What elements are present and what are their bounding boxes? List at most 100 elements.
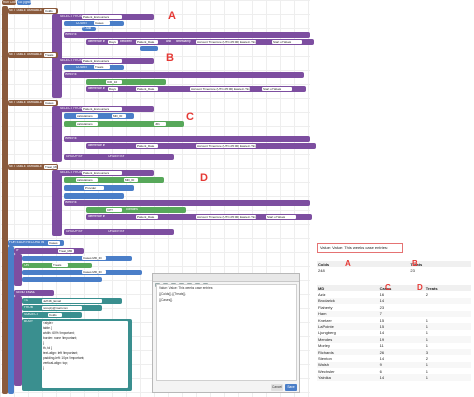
- set-table-block-a[interactable]: SET TABLE VARIABLE Colds: [8, 8, 58, 14]
- select-table-b[interactable]: Patient_Encounters: [82, 59, 122, 63]
- if-row-3[interactable]: Cases.MD_ID: [22, 270, 142, 275]
- difference-row-d[interactable]: difference in Patient_Date Account Timez…: [86, 214, 312, 220]
- count-row-a[interactable]: COUNT Cases: [64, 21, 124, 26]
- set-table-block-c[interactable]: SET TABLE VARIABLE Cases: [8, 100, 58, 106]
- summary-value-row: 248 23: [317, 267, 471, 273]
- body-editor[interactable]: <style> table { width: 60% !important; b…: [42, 321, 128, 388]
- table-var-a[interactable]: Colds: [44, 9, 56, 13]
- where-row-c[interactable]: WHERE: [64, 136, 310, 142]
- timezone-field-d[interactable]: Account Timezone (UTC-05:00) Eastern Tim…: [196, 215, 256, 219]
- from-row[interactable]: FROM noreply@mail.com: [22, 305, 102, 311]
- calculations-field-c1[interactable]: calculations: [76, 114, 98, 118]
- cancel-button[interactable]: Cancel: [271, 384, 283, 391]
- calculations-field-c2[interactable]: calculations: [76, 122, 98, 126]
- set-table-label-b: SET TABLE VARIABLE: [9, 53, 43, 56]
- calc-row-d1[interactable]: calculations MD_ID: [64, 177, 164, 183]
- summary-table: Colds Treats 248 23: [317, 261, 471, 274]
- cpt-field-d[interactable]: CPT: [106, 208, 122, 212]
- if-row-4[interactable]: [22, 277, 102, 282]
- provider-field-d2[interactable]: Provider: [84, 186, 104, 190]
- set-table-block-d[interactable]: SET TABLE VARIABLE Treat_MD: [8, 164, 58, 170]
- patient-date-field-a[interactable]: Patient_Date: [136, 40, 158, 44]
- select-from-label-c: SELECT FROM: [60, 107, 83, 110]
- select-from-d[interactable]: SELECT FROM Patient_Encounters: [58, 170, 154, 176]
- md-field-d1[interactable]: MD_ID: [124, 178, 138, 182]
- editor-body[interactable]: Value: Value: This weeks case entries: {…: [156, 284, 297, 381]
- select-from-c[interactable]: SELECT FROM Patient_Encounters: [58, 106, 154, 112]
- count-value-b[interactable]: Treats: [94, 65, 110, 69]
- select-table-a[interactable]: Patient_Encounters: [82, 15, 122, 19]
- start-week-field-b[interactable]: Start of Week: [262, 87, 292, 91]
- calculations-field-d1[interactable]: calculations: [76, 178, 98, 182]
- to-row[interactable]: TO Jeff.Mi_Email: [22, 298, 122, 304]
- for-each-block[interactable]: FOR EACH RECORD IN Cases: [8, 240, 64, 246]
- canvas: Run Code Go (Ignore) SET TABLE VARIABLE …: [0, 0, 474, 397]
- table-var-b[interactable]: Treats: [44, 53, 56, 57]
- where-row-a[interactable]: WHERE: [64, 32, 310, 38]
- timezone-field-b[interactable]: Account Timezone (UTC-05:00) Eastern Tim…: [190, 87, 250, 91]
- table-var-d[interactable]: Treat_MD: [44, 165, 57, 169]
- patient-date-field-c[interactable]: Patient_Date: [136, 144, 158, 148]
- timezone-field-a[interactable]: Account Timezone (UTC-05:00) Eastern Tim…: [196, 40, 256, 44]
- on-label: ON: [24, 264, 29, 267]
- md-field-c1[interactable]: MD_ID: [112, 114, 126, 118]
- go-tab[interactable]: Go (Ignore): [17, 0, 34, 5]
- difference-label-b: difference in: [88, 87, 106, 90]
- table-var-c[interactable]: Cases: [44, 101, 56, 105]
- difference-row-b[interactable]: difference in Days Patient_Date Account …: [86, 86, 306, 92]
- icd-row-b[interactable]: ICD_10: [86, 79, 166, 85]
- select-from-a[interactable]: SELECT FROM Patient_Encounters: [58, 14, 154, 20]
- if-row-2[interactable]: ON Treats: [22, 263, 92, 268]
- run-code-tab[interactable]: Run Code: [2, 0, 17, 5]
- calc-row-c1[interactable]: calculations MD_ID: [64, 113, 134, 119]
- group-by-label-c: GROUP BY: [66, 155, 83, 158]
- set-table-block-b[interactable]: SET TABLE VARIABLE Treats: [8, 52, 58, 58]
- code-field-c2[interactable]: J01: [154, 122, 166, 126]
- for-each-table[interactable]: Cases: [48, 241, 60, 245]
- select-table-c[interactable]: Patient_Encounters: [82, 107, 122, 111]
- to-field[interactable]: Jeff.Mi_Email: [42, 299, 102, 303]
- to-label: TO: [24, 299, 29, 302]
- start-week-field-d[interactable]: Start of Week: [266, 215, 296, 219]
- if-row-1[interactable]: Cases.MD_ID: [22, 256, 132, 261]
- days-field-b[interactable]: Days: [108, 87, 118, 91]
- cases-md-field-2[interactable]: Cases.MD_ID: [82, 270, 106, 274]
- save-button[interactable]: Save: [285, 384, 297, 391]
- count-value-a[interactable]: Cases: [94, 21, 110, 25]
- days-field-a[interactable]: Days: [108, 40, 118, 44]
- select-body-c: [52, 106, 62, 162]
- patient-date-field-d[interactable]: Patient_Date: [136, 215, 158, 219]
- group-by-label-d: GROUP BY: [66, 230, 83, 233]
- timezone-field-c[interactable]: Account Timezone (UTC-05:00) Eastern Tim…: [196, 144, 256, 148]
- calc-row-d3[interactable]: [64, 193, 124, 199]
- add-button-a[interactable]: + Add: [82, 27, 96, 31]
- calc-row-c2[interactable]: calculations J01: [64, 121, 184, 127]
- treat-md-field[interactable]: Treat_MD: [58, 249, 74, 253]
- difference-label-a: difference in: [88, 40, 106, 43]
- where-row-d[interactable]: WHERE: [64, 200, 310, 206]
- from-field[interactable]: noreply@mail.com: [42, 306, 82, 310]
- subject-field[interactable]: Colds: [48, 313, 62, 317]
- group-order-c[interactable]: GROUP BY ORDER BY: [64, 154, 174, 160]
- select-from-b[interactable]: SELECT FROM Patient_Encounters: [58, 58, 154, 64]
- select-table-d[interactable]: Patient_Encounters: [82, 171, 122, 175]
- count-row-b[interactable]: COUNT Treats: [64, 65, 124, 70]
- patient-date-field-b[interactable]: Patient_Date: [136, 87, 158, 91]
- icd-field-b[interactable]: ICD_10: [106, 80, 122, 84]
- set-table-label-d: SET TABLE VARIABLE: [9, 165, 43, 168]
- start-week-field-a[interactable]: Start of Week: [272, 40, 302, 44]
- difference-row-c[interactable]: difference in Patient_Date Account Timez…: [86, 143, 316, 149]
- where-row-b[interactable]: WHERE: [64, 72, 304, 78]
- if-block[interactable]: IF Treat_MD: [14, 248, 84, 254]
- body-row[interactable]: BODY <style> table { width: 60% !importa…: [22, 319, 132, 391]
- send-email-body: [14, 296, 22, 386]
- difference-row-a[interactable]: difference in Days between Patient_Date …: [86, 39, 314, 45]
- subject-row[interactable]: SUBJECT Colds: [22, 312, 82, 318]
- if-label: IF: [16, 249, 19, 252]
- group-order-d[interactable]: GROUP BY ORDER BY: [64, 229, 174, 235]
- body-label: BODY: [24, 320, 34, 323]
- treats-field[interactable]: Treats: [52, 263, 68, 267]
- calc-row-d2[interactable]: Provider: [64, 185, 134, 191]
- cases-md-field-1[interactable]: Cases.MD_ID: [82, 256, 106, 260]
- contains-row-d[interactable]: CPT contains: [86, 207, 186, 213]
